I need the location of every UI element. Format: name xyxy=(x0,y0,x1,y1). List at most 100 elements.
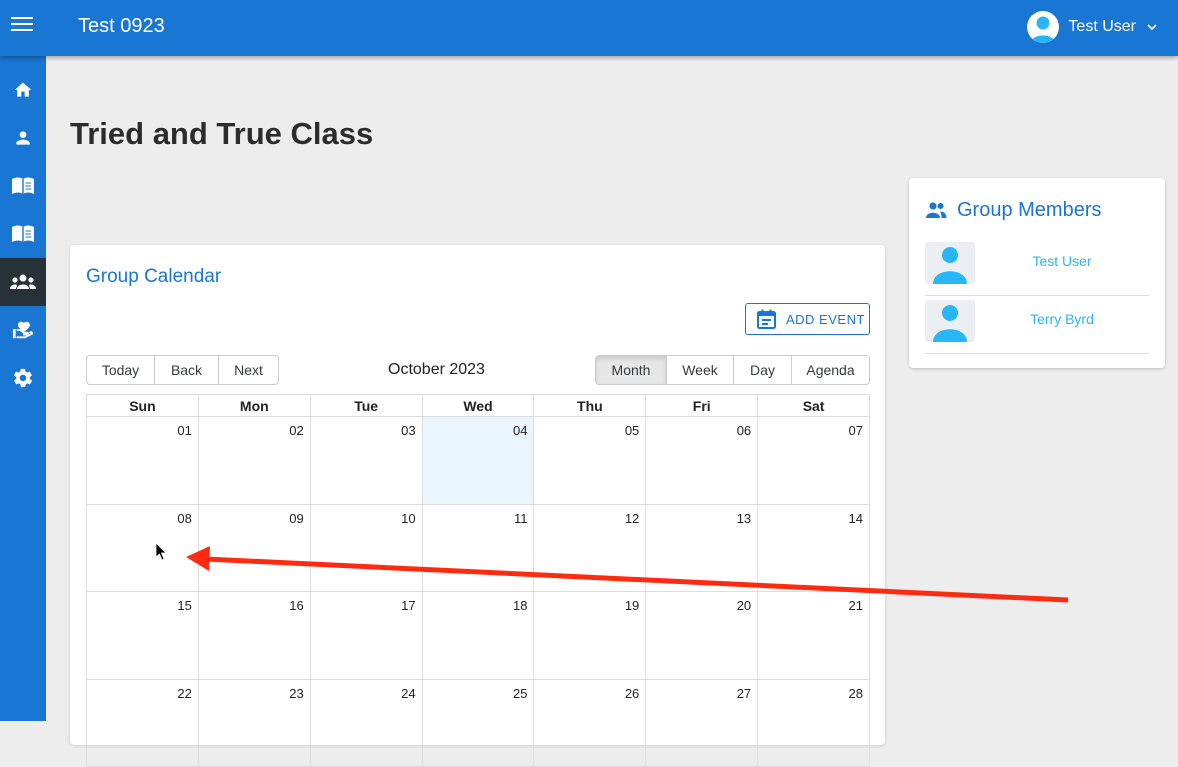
calendar-week: 08 09 10 11 12 13 14 xyxy=(86,505,870,593)
sidebar-item-home[interactable] xyxy=(0,66,46,114)
calendar-day[interactable]: 11 xyxy=(422,505,534,592)
add-event-label: ADD EVENT xyxy=(786,312,865,327)
sidebar-item-groups[interactable] xyxy=(0,258,46,306)
avatar xyxy=(1027,11,1059,43)
gear-icon xyxy=(12,367,34,389)
weekday-header: Sun Mon Tue Wed Thu Fri Sat xyxy=(86,394,870,417)
next-button[interactable]: Next xyxy=(219,356,278,384)
calendar-month-label: October 2023 xyxy=(388,361,485,379)
app-title: Test 0923 xyxy=(78,15,165,38)
view-agenda-button[interactable]: Agenda xyxy=(792,356,869,384)
weekday-tue: Tue xyxy=(310,395,422,416)
weekday-thu: Thu xyxy=(533,395,645,416)
day-number: 11 xyxy=(514,511,528,526)
member-item[interactable]: Test User xyxy=(925,237,1149,296)
day-number: 17 xyxy=(401,598,415,613)
view-day-button[interactable]: Day xyxy=(734,356,792,384)
weekday-mon: Mon xyxy=(198,395,310,416)
day-number: 24 xyxy=(401,686,415,701)
member-name[interactable]: Test User xyxy=(975,253,1149,269)
avatar xyxy=(925,300,975,342)
day-number: 07 xyxy=(849,423,863,438)
calendar-nav-group: Today Back Next xyxy=(86,355,279,385)
calendar-day[interactable]: 03 xyxy=(310,417,422,504)
calendar-day[interactable]: 27 xyxy=(645,680,757,767)
calendar-day[interactable]: 18 xyxy=(422,592,534,679)
calendar-week: 22 23 24 25 26 27 28 xyxy=(86,680,870,767)
member-item[interactable]: Terry Byrd xyxy=(925,295,1149,354)
calendar-title: Group Calendar xyxy=(86,266,221,288)
book-icon xyxy=(11,224,35,244)
weekday-wed: Wed xyxy=(422,395,534,416)
day-number: 01 xyxy=(177,423,191,438)
member-name[interactable]: Terry Byrd xyxy=(975,311,1149,327)
groups-icon xyxy=(925,201,947,219)
calendar-day[interactable]: 21 xyxy=(757,592,869,679)
calendar-day[interactable]: 15 xyxy=(87,592,198,679)
calendar-day[interactable]: 08 xyxy=(87,505,198,592)
members-title: Group Members xyxy=(957,199,1102,222)
day-number: 21 xyxy=(849,598,863,613)
group-calendar-card: Group Calendar ADD EVENT Today Back Next… xyxy=(70,245,885,745)
day-number: 18 xyxy=(513,598,527,613)
calendar-day[interactable]: 06 xyxy=(645,417,757,504)
day-number: 25 xyxy=(513,686,527,701)
day-number: 20 xyxy=(737,598,751,613)
day-number: 23 xyxy=(289,686,303,701)
weekday-sun: Sun xyxy=(87,395,198,416)
calendar-day[interactable]: 22 xyxy=(87,680,198,767)
day-number: 28 xyxy=(849,686,863,701)
avatar xyxy=(925,242,975,284)
calendar-week: 15 16 17 18 19 20 21 xyxy=(86,592,870,680)
calendar-day[interactable]: 28 xyxy=(757,680,869,767)
weekday-fri: Fri xyxy=(645,395,757,416)
day-number: 19 xyxy=(625,598,639,613)
month-grid: Sun Mon Tue Wed Thu Fri Sat 01 02 03 04 … xyxy=(86,394,870,767)
day-number: 14 xyxy=(849,511,863,526)
group-members-card: Group Members Test User Terry Byrd xyxy=(909,178,1165,368)
calendar-day[interactable]: 26 xyxy=(533,680,645,767)
sidebar-item-profile[interactable] xyxy=(0,114,46,162)
chevron-down-icon xyxy=(1146,21,1158,33)
calendar-day[interactable]: 16 xyxy=(198,592,310,679)
add-event-button[interactable]: ADD EVENT xyxy=(745,303,870,335)
app-header: Test 0923 Test User xyxy=(0,0,1178,56)
user-name: Test User xyxy=(1068,18,1136,36)
day-number: 08 xyxy=(177,511,191,526)
calendar-day[interactable]: 20 xyxy=(645,592,757,679)
day-number: 15 xyxy=(177,598,191,613)
sidebar xyxy=(0,56,46,721)
calendar-day[interactable]: 17 xyxy=(310,592,422,679)
view-week-button[interactable]: Week xyxy=(667,356,734,384)
back-button[interactable]: Back xyxy=(155,356,219,384)
calendar-day[interactable]: 07 xyxy=(757,417,869,504)
today-button[interactable]: Today xyxy=(87,356,155,384)
calendar-day-today[interactable]: 04 xyxy=(422,417,534,504)
calendar-day[interactable]: 05 xyxy=(533,417,645,504)
sidebar-item-book[interactable] xyxy=(0,162,46,210)
calendar-day[interactable]: 24 xyxy=(310,680,422,767)
weekday-sat: Sat xyxy=(757,395,869,416)
volunteer-icon xyxy=(12,319,34,341)
calendar-day[interactable]: 10 xyxy=(310,505,422,592)
view-month-button[interactable]: Month xyxy=(596,356,667,384)
calendar-day[interactable]: 25 xyxy=(422,680,534,767)
calendar-day[interactable]: 09 xyxy=(198,505,310,592)
calendar-day[interactable]: 14 xyxy=(757,505,869,592)
groups-icon xyxy=(10,272,36,292)
menu-icon[interactable] xyxy=(11,17,33,39)
calendar-icon xyxy=(757,309,776,329)
person-icon xyxy=(13,128,33,148)
calendar-day[interactable]: 19 xyxy=(533,592,645,679)
calendar-day[interactable]: 12 xyxy=(533,505,645,592)
calendar-day[interactable]: 23 xyxy=(198,680,310,767)
calendar-week: 01 02 03 04 05 06 07 xyxy=(86,417,870,505)
user-menu[interactable]: Test User xyxy=(1027,9,1158,45)
calendar-day[interactable]: 02 xyxy=(198,417,310,504)
calendar-day[interactable]: 01 xyxy=(87,417,198,504)
sidebar-item-book-2[interactable] xyxy=(0,210,46,258)
day-number: 09 xyxy=(289,511,303,526)
sidebar-item-settings[interactable] xyxy=(0,354,46,402)
sidebar-item-volunteer[interactable] xyxy=(0,306,46,354)
calendar-day[interactable]: 13 xyxy=(645,505,757,592)
